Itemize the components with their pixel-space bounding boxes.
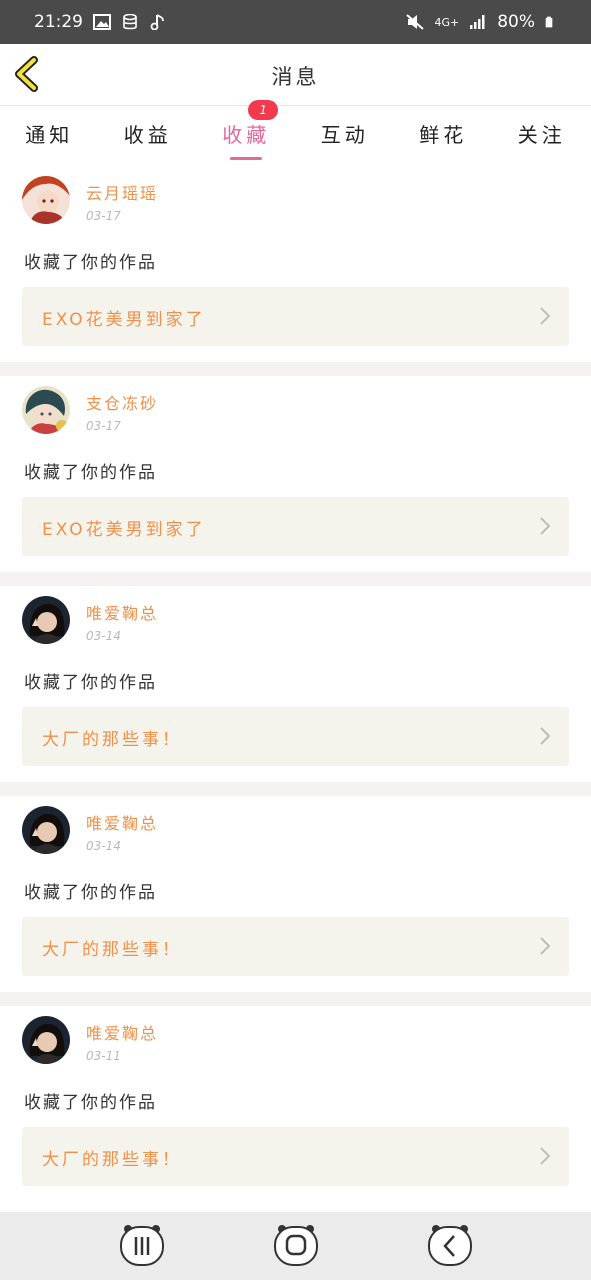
- tab-earnings[interactable]: 收益: [99, 106, 198, 166]
- message-text: 收藏了你的作品: [24, 1093, 157, 1113]
- message-text: 收藏了你的作品: [24, 253, 157, 273]
- work-title: 大厂的那些事！: [42, 730, 182, 750]
- back-icon[interactable]: [426, 1221, 474, 1269]
- signal-icon: [470, 15, 485, 29]
- message-date: 03-14: [86, 629, 121, 643]
- message-item: 唯爱鞠总 03-14 收藏了你的作品 大厂的那些事！: [0, 586, 591, 782]
- tab-label: 互动: [320, 123, 369, 147]
- page-title: 消息: [271, 65, 320, 89]
- battery-percent: 80%: [497, 12, 535, 32]
- username[interactable]: 云月瑶瑶: [86, 180, 158, 204]
- tab-label: 收益: [123, 123, 172, 147]
- avatar[interactable]: [22, 596, 70, 644]
- message-date: 03-14: [86, 839, 121, 853]
- divider: [0, 782, 591, 796]
- divider: [0, 362, 591, 376]
- message-item: 唯爱鞠总 03-11 收藏了你的作品 大厂的那些事！: [0, 1006, 591, 1202]
- tab-notifications[interactable]: 通知: [0, 106, 99, 166]
- status-bar: 21:29 4G+ 80%: [0, 0, 591, 44]
- active-tab-indicator: [230, 157, 263, 160]
- tab-label: 收藏: [222, 123, 271, 147]
- chevron-right-icon: [540, 1147, 551, 1165]
- tab-interactions[interactable]: 互动: [296, 106, 395, 166]
- system-nav-bar: [0, 1212, 591, 1280]
- work-link[interactable]: EXO花美男到家了: [22, 287, 569, 346]
- chevron-right-icon: [540, 937, 551, 955]
- battery-icon: [545, 16, 553, 28]
- work-link[interactable]: 大厂的那些事！: [22, 917, 569, 976]
- username[interactable]: 唯爱鞠总: [86, 1020, 158, 1044]
- avatar[interactable]: [22, 1016, 70, 1064]
- tab-label: 通知: [25, 123, 74, 147]
- divider: [0, 992, 591, 1006]
- message-date: 03-17: [86, 419, 121, 433]
- tab-following[interactable]: 关注: [493, 106, 591, 166]
- network-type: 4G+: [434, 15, 460, 29]
- status-time: 21:29: [34, 12, 83, 32]
- chevron-right-icon: [540, 307, 551, 325]
- avatar[interactable]: [22, 386, 70, 434]
- message-date: 03-17: [86, 209, 121, 223]
- header: 消息: [0, 44, 591, 106]
- tab-label: 关注: [517, 123, 566, 147]
- message-list: 云月瑶瑶 03-17 收藏了你的作品 EXO花美男到家了 支仓冻砂 03-17 …: [0, 166, 591, 1202]
- chevron-right-icon: [540, 727, 551, 745]
- message-text: 收藏了你的作品: [24, 463, 157, 483]
- username[interactable]: 唯爱鞠总: [86, 600, 158, 624]
- home-icon[interactable]: [272, 1221, 320, 1269]
- message-text: 收藏了你的作品: [24, 883, 157, 903]
- username[interactable]: 支仓冻砂: [86, 390, 158, 414]
- unread-badge: 1: [248, 100, 279, 120]
- tab-label: 鲜花: [419, 123, 468, 147]
- work-title: EXO花美男到家了: [42, 520, 206, 540]
- tab-bar: 通知 收益 收藏 1 互动 鲜花 关注: [0, 100, 591, 166]
- avatar[interactable]: [22, 176, 70, 224]
- image-icon: [93, 14, 111, 30]
- chevron-right-icon: [540, 517, 551, 535]
- message-item: 支仓冻砂 03-17 收藏了你的作品 EXO花美男到家了: [0, 376, 591, 572]
- work-title: EXO花美男到家了: [42, 310, 206, 330]
- message-date: 03-11: [86, 1049, 121, 1063]
- username[interactable]: 唯爱鞠总: [86, 810, 158, 834]
- avatar[interactable]: [22, 806, 70, 854]
- database-icon: [123, 14, 137, 30]
- message-item: 云月瑶瑶 03-17 收藏了你的作品 EXO花美男到家了: [0, 166, 591, 362]
- work-title: 大厂的那些事！: [42, 940, 182, 960]
- work-link[interactable]: 大厂的那些事！: [22, 707, 569, 766]
- divider: [0, 572, 591, 586]
- message-text: 收藏了你的作品: [24, 673, 157, 693]
- tab-favorites[interactable]: 收藏 1: [197, 100, 296, 166]
- tab-flowers[interactable]: 鲜花: [394, 106, 493, 166]
- mute-icon: [406, 14, 425, 30]
- work-link[interactable]: 大厂的那些事！: [22, 1127, 569, 1186]
- work-link[interactable]: EXO花美男到家了: [22, 497, 569, 556]
- music-note-icon: [150, 14, 164, 30]
- work-title: 大厂的那些事！: [42, 1150, 182, 1170]
- message-item: 唯爱鞠总 03-14 收藏了你的作品 大厂的那些事！: [0, 796, 591, 992]
- recent-apps-icon[interactable]: [118, 1221, 166, 1269]
